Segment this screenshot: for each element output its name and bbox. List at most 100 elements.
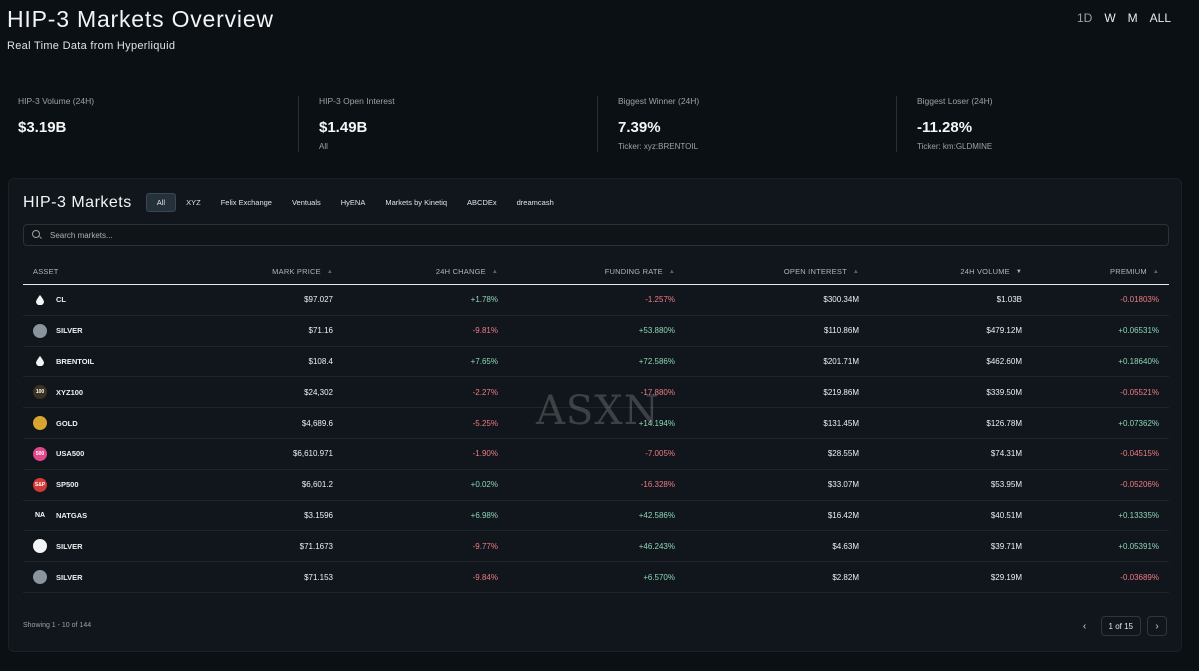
cell-24h-change: +1.78% [470,295,498,305]
range-tab-1d[interactable]: 1D [1071,11,1098,25]
cell-24h-volume: $462.60M [986,356,1022,366]
asset-name: SP500 [56,480,79,490]
column-header-asset[interactable]: ASSET [23,267,203,276]
column-header-premium[interactable]: PREMIUM ▲ [1022,267,1159,276]
table-row[interactable]: GOLD $4,689.6 -5.25% +14.194% $131.45M $… [23,408,1169,439]
oil-drop-icon [33,292,47,307]
filter-markets-by-kinetiq[interactable]: Markets by Kinetiq [375,194,457,211]
cell-24h-volume: $74.31M [990,449,1022,459]
cell-funding-rate: +72.586% [638,356,675,366]
cell-24h-volume: $339.50M [986,387,1022,397]
column-label: MARK PRICE [272,267,321,276]
filter-abcdex[interactable]: ABCDEx [457,194,507,211]
cell-asset: NA NATGAS [23,508,203,523]
table-row[interactable]: S&P SP500 $6,601.2 +0.02% -16.328% $33.0… [23,470,1169,501]
markets-table: ASSET MARK PRICE ▲ 24H CHANGE ▲ FUNDING RA… [23,259,1169,593]
filter-hyena[interactable]: HyENA [331,194,376,211]
cell-24h-change: -1.90% [472,449,498,459]
cell-premium: +0.18640% [1118,356,1159,366]
stat-value: $1.49B [319,119,368,136]
cell-open-interest: $28.55M [827,449,859,459]
stat-value: -11.28% [917,119,973,136]
prev-page-icon[interactable]: ‹ [1075,616,1095,636]
cell-open-interest: $131.45M [823,418,859,428]
cell-premium: -0.05521% [1120,387,1159,397]
summary-stats: HIP-3 Volume (24H) $3.19B HIP-3 Open Int… [0,96,1199,152]
search-icon [32,230,42,240]
cell-24h-change: -9.81% [472,326,498,336]
filter-ventuals[interactable]: Ventuals [282,194,331,211]
xyz100-icon: 100 [33,385,47,400]
cell-funding-rate: -7.005% [645,449,675,459]
table-row[interactable]: SILVER $71.16 -9.81% +53.880% $110.86M $… [23,316,1169,347]
stat-volume: HIP-3 Volume (24H) $3.19B [0,96,299,152]
showing-count: Showing 1 - 10 of 144 [23,622,92,629]
cell-funding-rate: -17.880% [640,387,675,397]
cell-asset: SILVER [23,570,203,585]
cell-premium: +0.06531% [1118,326,1159,336]
cell-24h-volume: $39.71M [990,541,1022,551]
cell-open-interest: $219.86M [823,387,859,397]
cell-24h-volume: $1.03B [996,295,1022,305]
cell-24h-volume: $126.78M [986,418,1022,428]
markets-panel-header: HIP-3 Markets All XYZ Felix Exchange Ven… [23,193,564,212]
cell-open-interest: $2.82M [832,572,859,582]
cell-asset: S&P SP500 [23,477,203,492]
filter-felix-exchange[interactable]: Felix Exchange [211,194,282,211]
cell-asset: BRENTOIL [23,354,203,369]
filter-xyz[interactable]: XYZ [176,194,211,211]
table-row[interactable]: 500 USA500 $6,610.971 -1.90% -7.005% $28… [23,439,1169,470]
range-tab-month[interactable]: M [1122,11,1144,25]
time-range-tabs: 1D W M ALL [1071,11,1177,25]
cell-funding-rate: +14.194% [638,418,675,428]
filter-all[interactable]: All [145,193,177,212]
page-title: HIP-3 Markets Overview [7,6,274,32]
cell-mark-price: $97.027 [304,295,333,305]
cell-funding-rate: -1.257% [645,295,675,305]
cell-24h-change: +6.98% [470,510,498,520]
column-header-open-interest[interactable]: OPEN INTEREST ▲ [675,267,859,276]
range-tab-all[interactable]: ALL [1144,11,1177,25]
range-tab-week[interactable]: W [1098,11,1121,25]
column-header-mark-price[interactable]: MARK PRICE ▲ [203,267,333,276]
filter-dreamcash[interactable]: dreamcash [507,194,564,211]
stat-sub: Ticker: xyz:BRENTOIL [618,142,699,151]
cell-premium: -0.03689% [1120,572,1159,582]
cell-24h-volume: $53.95M [990,480,1022,490]
gold-coin-icon [33,416,47,431]
asset-name: SILVER [56,541,83,551]
cell-asset: 100 XYZ100 [23,385,203,400]
silver-coin-icon [33,323,47,338]
markets-panel: HIP-3 Markets All XYZ Felix Exchange Ven… [8,178,1182,652]
asset-name: USA500 [56,449,85,459]
cell-24h-change: -2.27% [472,387,498,397]
cell-24h-change: +0.02% [470,480,498,490]
table-row[interactable]: SILVER $71.1673 -9.77% +46.243% $4.63M $… [23,531,1169,563]
natgas-icon: NA [33,508,47,523]
cell-mark-price: $3.1596 [304,510,333,520]
stat-label: HIP-3 Open Interest [319,96,395,106]
cell-mark-price: $71.153 [304,572,333,582]
sp500-icon: S&P [33,477,47,492]
table-row[interactable]: NA NATGAS $3.1596 +6.98% +42.586% $16.42… [23,501,1169,532]
cell-24h-volume: $479.12M [986,326,1022,336]
table-row[interactable]: 100 XYZ100 $24,302 -2.27% -17.880% $219.… [23,377,1169,409]
search-input[interactable] [50,230,1150,240]
page-indicator: 1 of 15 [1100,616,1141,636]
cell-open-interest: $4.63M [832,541,859,551]
page-header: HIP-3 Markets Overview Real Time Data fr… [7,6,274,52]
cell-funding-rate: -16.328% [640,480,675,490]
next-page-icon[interactable]: › [1147,616,1167,636]
column-header-funding-rate[interactable]: FUNDING RATE ▲ [498,267,675,276]
table-row[interactable]: SILVER $71.153 -9.84% +6.570% $2.82M $29… [23,562,1169,593]
cell-mark-price: $6,610.971 [292,449,333,459]
column-header-24h-volume[interactable]: 24H VOLUME ▼ [859,267,1022,276]
table-row[interactable]: BRENTOIL $108.4 +7.65% +72.586% $201.71M… [23,347,1169,378]
table-row[interactable]: CL $97.027 +1.78% -1.257% $300.34M $1.03… [23,285,1169,316]
cell-24h-change: -5.25% [472,418,498,428]
cell-premium: -0.04515% [1120,449,1159,459]
cell-open-interest: $16.42M [827,510,859,520]
asset-name: XYZ100 [56,387,84,397]
column-header-24h-change[interactable]: 24H CHANGE ▲ [333,267,498,276]
cell-asset: SILVER [23,323,203,338]
